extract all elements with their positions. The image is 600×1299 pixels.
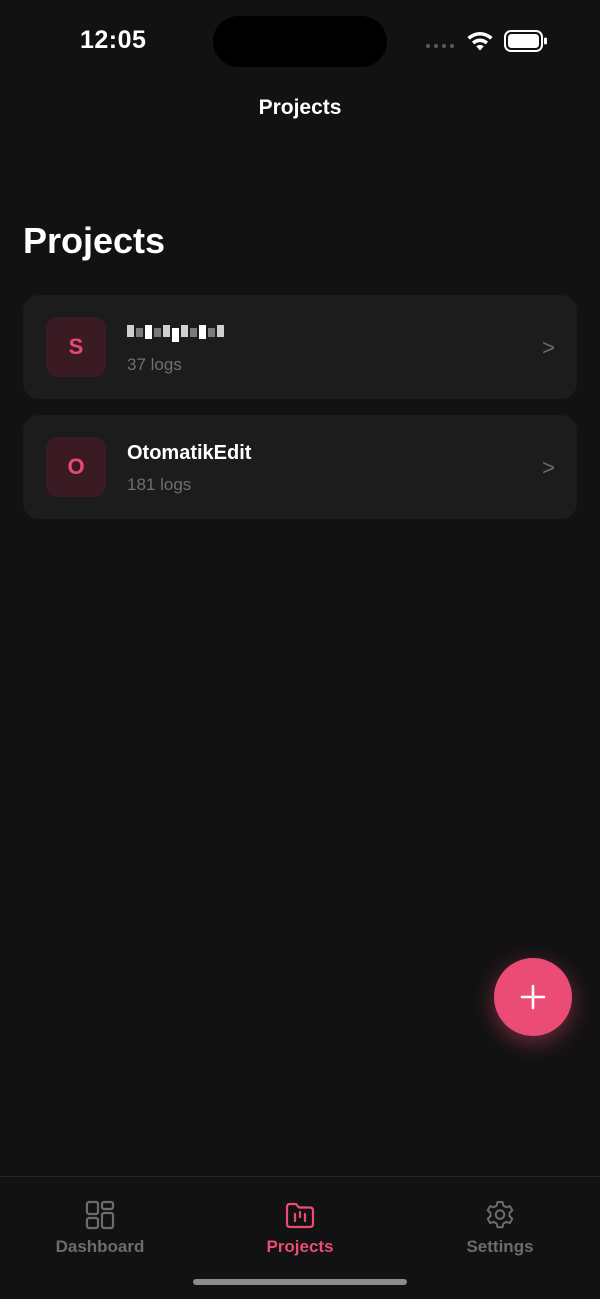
tab-projects[interactable]: Projects [200, 1199, 400, 1257]
project-avatar: S [46, 317, 106, 377]
wifi-icon [467, 32, 493, 51]
chevron-right-icon: > [542, 335, 555, 360]
tab-label: Settings [466, 1237, 534, 1256]
project-card[interactable]: S 37 logs > [23, 295, 577, 399]
project-avatar: O [46, 437, 106, 497]
tab-dashboard[interactable]: Dashboard [0, 1199, 200, 1257]
cellular-signal-icon [426, 44, 454, 48]
plus-icon [520, 984, 546, 1010]
page-title: Projects [23, 220, 166, 261]
gear-icon [486, 1201, 514, 1229]
status-bar: 12:05 [0, 0, 600, 82]
folder-icon [285, 1202, 315, 1229]
chevron-right-icon: > [542, 455, 555, 480]
home-indicator[interactable] [193, 1279, 407, 1285]
dashboard-icon [85, 1200, 115, 1230]
tab-settings[interactable]: Settings [400, 1199, 600, 1257]
status-time: 12:05 [80, 26, 147, 54]
tab-label: Dashboard [55, 1237, 145, 1256]
add-project-button[interactable] [494, 958, 572, 1036]
project-log-count: 181 logs [127, 475, 192, 494]
project-name: OtomatikEdit [127, 442, 252, 464]
tab-label: Projects [266, 1237, 334, 1256]
project-list: S 37 logs > O OtomatikEdit 181 logs > [23, 295, 577, 535]
dynamic-island [213, 16, 387, 67]
project-card[interactable]: O OtomatikEdit 181 logs > [23, 415, 577, 519]
battery-icon [504, 30, 547, 52]
nav-title: Projects [258, 96, 342, 119]
project-log-count: 37 logs [127, 355, 182, 374]
project-name-redacted [127, 325, 224, 342]
